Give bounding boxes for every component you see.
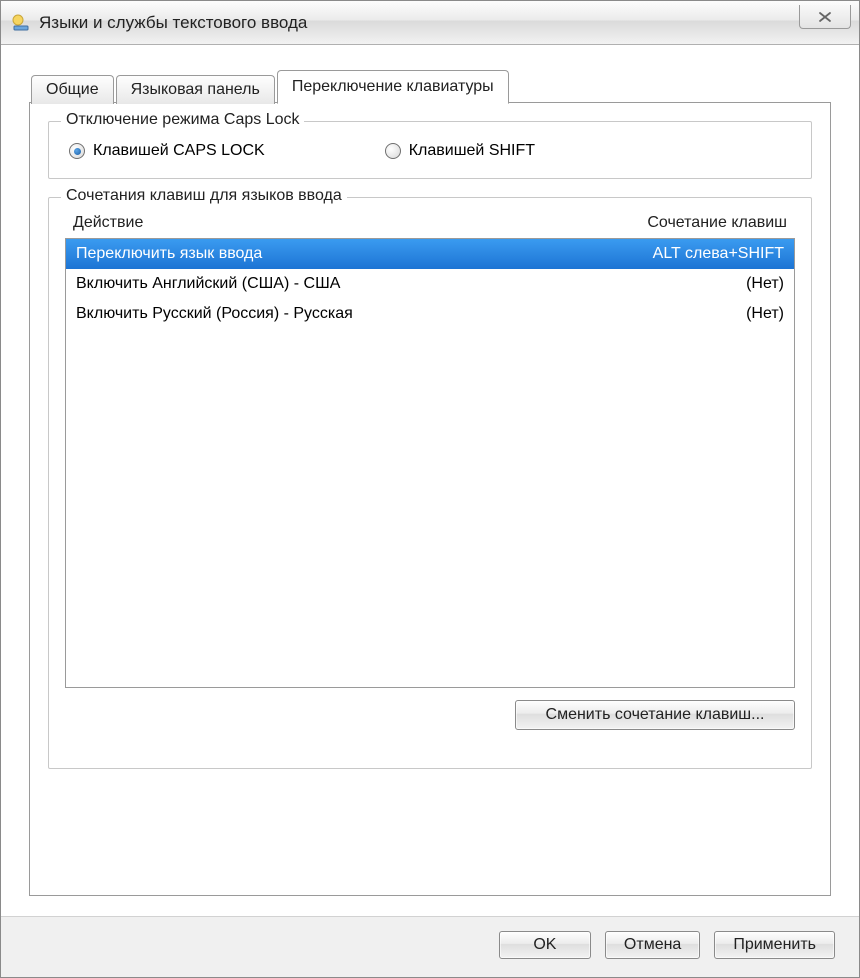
change-button-row: Сменить сочетание клавиш... — [65, 700, 795, 730]
radio-dot-icon — [385, 143, 401, 159]
row-shortcut: ALT слева+SHIFT — [653, 242, 784, 266]
radio-capslock-label: Клавишей CAPS LOCK — [93, 142, 265, 160]
capslock-legend: Отключение режима Caps Lock — [61, 111, 304, 129]
tab-keyboard-switch[interactable]: Переключение клавиатуры — [277, 70, 509, 104]
tab-panel: Отключение режима Caps Lock Клавишей CAP… — [29, 102, 831, 896]
hotkeys-groupbox: Сочетания клавиш для языков ввода Действ… — [48, 197, 812, 769]
hotkeys-listbox[interactable]: Переключить язык ввода ALT слева+SHIFT В… — [65, 238, 795, 688]
radio-shift[interactable]: Клавишей SHIFT — [385, 142, 535, 160]
tab-strip: Общие Языковая панель Переключение клави… — [31, 69, 831, 103]
col-shortcut: Сочетание клавиш — [647, 214, 787, 232]
row-shortcut: (Нет) — [746, 272, 784, 296]
content-area: Общие Языковая панель Переключение клави… — [1, 45, 859, 916]
row-action: Переключить язык ввода — [76, 242, 262, 266]
capslock-radio-row: Клавишей CAPS LOCK Клавишей SHIFT — [65, 136, 795, 162]
change-shortcut-button[interactable]: Сменить сочетание клавиш... — [515, 700, 795, 730]
dialog-window: Языки и службы текстового ввода Общие Яз… — [0, 0, 860, 978]
radio-shift-label: Клавишей SHIFT — [409, 142, 535, 160]
radio-dot-icon — [69, 143, 85, 159]
cancel-button[interactable]: Отмена — [605, 931, 700, 959]
hotkeys-legend: Сочетания клавиш для языков ввода — [61, 187, 347, 205]
titlebar: Языки и службы текстового ввода — [1, 1, 859, 45]
ok-button[interactable]: OK — [499, 931, 591, 959]
row-action: Включить Английский (США) - США — [76, 272, 340, 296]
tab-general[interactable]: Общие — [31, 75, 114, 104]
app-icon — [11, 13, 31, 33]
list-row[interactable]: Включить Русский (Россия) - Русская (Нет… — [66, 299, 794, 329]
radio-capslock[interactable]: Клавишей CAPS LOCK — [69, 142, 265, 160]
col-action: Действие — [73, 214, 143, 232]
list-header: Действие Сочетание клавиш — [65, 212, 795, 238]
capslock-groupbox: Отключение режима Caps Lock Клавишей CAP… — [48, 121, 812, 179]
list-row[interactable]: Включить Английский (США) - США (Нет) — [66, 269, 794, 299]
dialog-button-bar: OK Отмена Применить — [1, 916, 859, 977]
row-shortcut: (Нет) — [746, 302, 784, 326]
row-action: Включить Русский (Россия) - Русская — [76, 302, 353, 326]
list-row[interactable]: Переключить язык ввода ALT слева+SHIFT — [66, 239, 794, 269]
close-button[interactable] — [799, 5, 851, 29]
apply-button[interactable]: Применить — [714, 931, 835, 959]
window-title: Языки и службы текстового ввода — [39, 13, 307, 33]
tab-language-bar[interactable]: Языковая панель — [116, 75, 275, 104]
